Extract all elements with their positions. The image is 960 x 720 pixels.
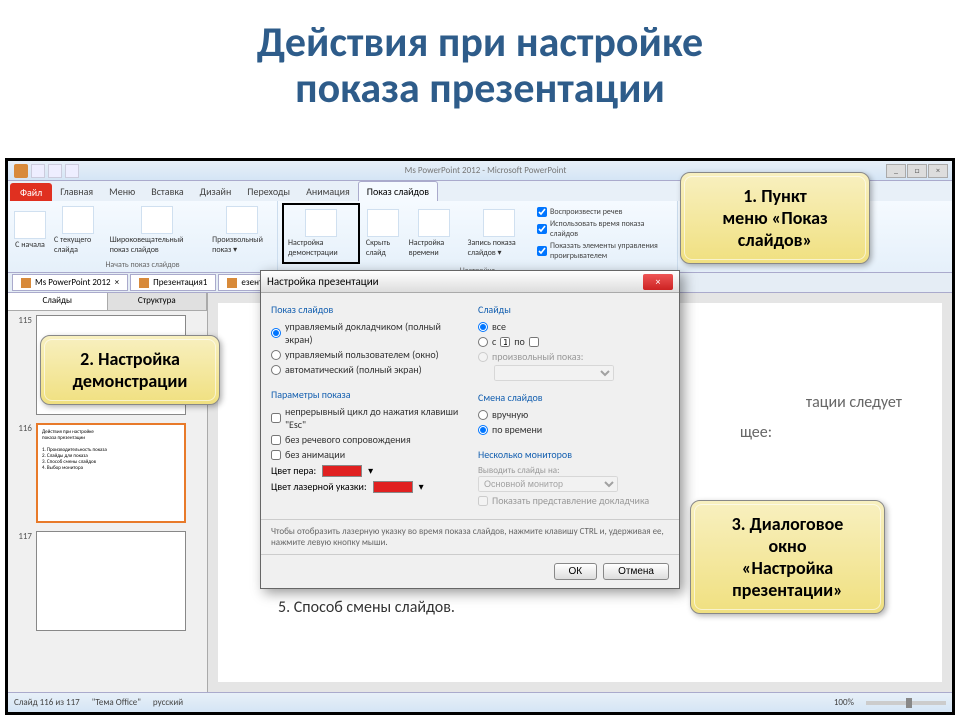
from-beginning-button[interactable]: С начала [12, 209, 48, 252]
app-icon [14, 164, 28, 178]
group-advance: Смена слайдов [478, 391, 669, 404]
check-loop[interactable]: непрерывный цикл до нажатия клавиши "Esc… [271, 405, 462, 431]
dialog-title: Настройка презентации [267, 275, 379, 288]
doc-tab-1[interactable]: Ms PowerPoint 2012× [12, 274, 128, 291]
cancel-button[interactable]: Отмена [603, 563, 669, 580]
custom-show-select [494, 365, 614, 381]
radio-manual[interactable]: вручную [478, 408, 669, 421]
group-slides: Слайды [478, 303, 669, 316]
record-button[interactable]: Запись показа слайдов ▾ [466, 207, 533, 260]
setup-presentation-dialog: Настройка презентации × Показ слайдов уп… [260, 270, 680, 589]
thumb-117[interactable] [36, 531, 186, 631]
pen-color[interactable] [322, 465, 362, 477]
save-icon[interactable] [31, 164, 45, 178]
play-narration-check[interactable]: Воспроизвести речев [537, 207, 673, 217]
undo-icon[interactable] [48, 164, 62, 178]
group-show-type: Показ слайдов [271, 303, 462, 316]
redo-icon[interactable] [65, 164, 79, 178]
tab-transitions[interactable]: Переходы [239, 182, 298, 201]
doc-tab-2[interactable]: Презентация1 [130, 274, 216, 291]
use-timings-check[interactable]: Использовать время показа слайдов [537, 219, 673, 239]
setup-slideshow-button[interactable]: Настройка демонстрации [282, 203, 360, 264]
slides-tab[interactable]: Слайды [8, 293, 108, 310]
tab-home[interactable]: Главная [52, 182, 101, 201]
check-no-narration[interactable]: без речевого сопровождения [271, 433, 462, 446]
zoom-slider[interactable] [866, 701, 946, 705]
tab-insert[interactable]: Вставка [143, 182, 191, 201]
radio-kiosk[interactable]: автоматический (полный экран) [271, 363, 462, 376]
tab-file[interactable]: Файл [10, 183, 52, 201]
tab-animation[interactable]: Анимация [298, 182, 358, 201]
radio-range[interactable]: с по [478, 335, 669, 348]
tab-slideshow[interactable]: Показ слайдов [358, 181, 438, 201]
tab-menu[interactable]: Меню [101, 182, 143, 201]
radio-custom-show[interactable]: произвольный показ: [478, 350, 669, 363]
laser-color[interactable] [373, 481, 413, 493]
custom-show-button[interactable]: Произвольный показ ▾ [210, 204, 273, 257]
ok-button[interactable]: ОК [554, 563, 598, 580]
callout-2: 2. Настройкадемонстрации [40, 335, 220, 405]
callout-3: 3. Диалоговоеокно«Настройкапрезентации» [690, 500, 885, 614]
group-options: Параметры показа [271, 388, 462, 401]
callout-1: 1. Пунктменю «Показслайдов» [680, 172, 870, 264]
close-button[interactable]: × [928, 164, 948, 178]
radio-timing[interactable]: по времени [478, 423, 669, 436]
minimize-button[interactable]: _ [886, 164, 906, 178]
radio-presenter[interactable]: управляемый докладчиком (полный экран) [271, 320, 462, 346]
broadcast-button[interactable]: Широковещательный показ слайдов [108, 204, 206, 257]
dialog-hint: Чтобы отобразить лазерную указку во врем… [261, 519, 679, 554]
dialog-close-button[interactable]: × [643, 274, 673, 290]
language-indicator[interactable]: русский [153, 697, 183, 708]
group-monitors: Несколько мониторов [478, 448, 669, 461]
from-input [500, 337, 510, 347]
maximize-button[interactable]: □ [907, 164, 927, 178]
outline-tab[interactable]: Структура [108, 293, 208, 310]
radio-user[interactable]: управляемый пользователем (окно) [271, 348, 462, 361]
hide-slide-button[interactable]: Скрыть слайд [364, 207, 403, 260]
check-presenter-view[interactable]: Показать представление докладчика [478, 494, 669, 507]
radio-all-slides[interactable]: все [478, 320, 669, 333]
from-current-button[interactable]: С текущего слайда [52, 204, 104, 257]
tab-design[interactable]: Дизайн [192, 182, 240, 201]
thumb-116[interactable]: Действия при настройкепоказа презентации… [36, 423, 186, 523]
slide-title: Действия при настройке показа презентаци… [0, 0, 960, 127]
monitor-select: Основной монитор [478, 476, 618, 492]
to-input [529, 337, 539, 347]
group-start-label: Начать показ слайдов [12, 258, 273, 270]
theme-name: "Тема Office" [92, 697, 141, 708]
zoom-level[interactable]: 100% [834, 697, 854, 708]
slide-counter: Слайд 116 из 117 [14, 697, 80, 708]
show-controls-check[interactable]: Показать элементы управления проигрывате… [537, 241, 673, 261]
check-no-animation[interactable]: без анимации [271, 448, 462, 461]
status-bar: Слайд 116 из 117 "Тема Office" русский 1… [8, 692, 952, 712]
rehearse-button[interactable]: Настройка времени [407, 207, 462, 260]
